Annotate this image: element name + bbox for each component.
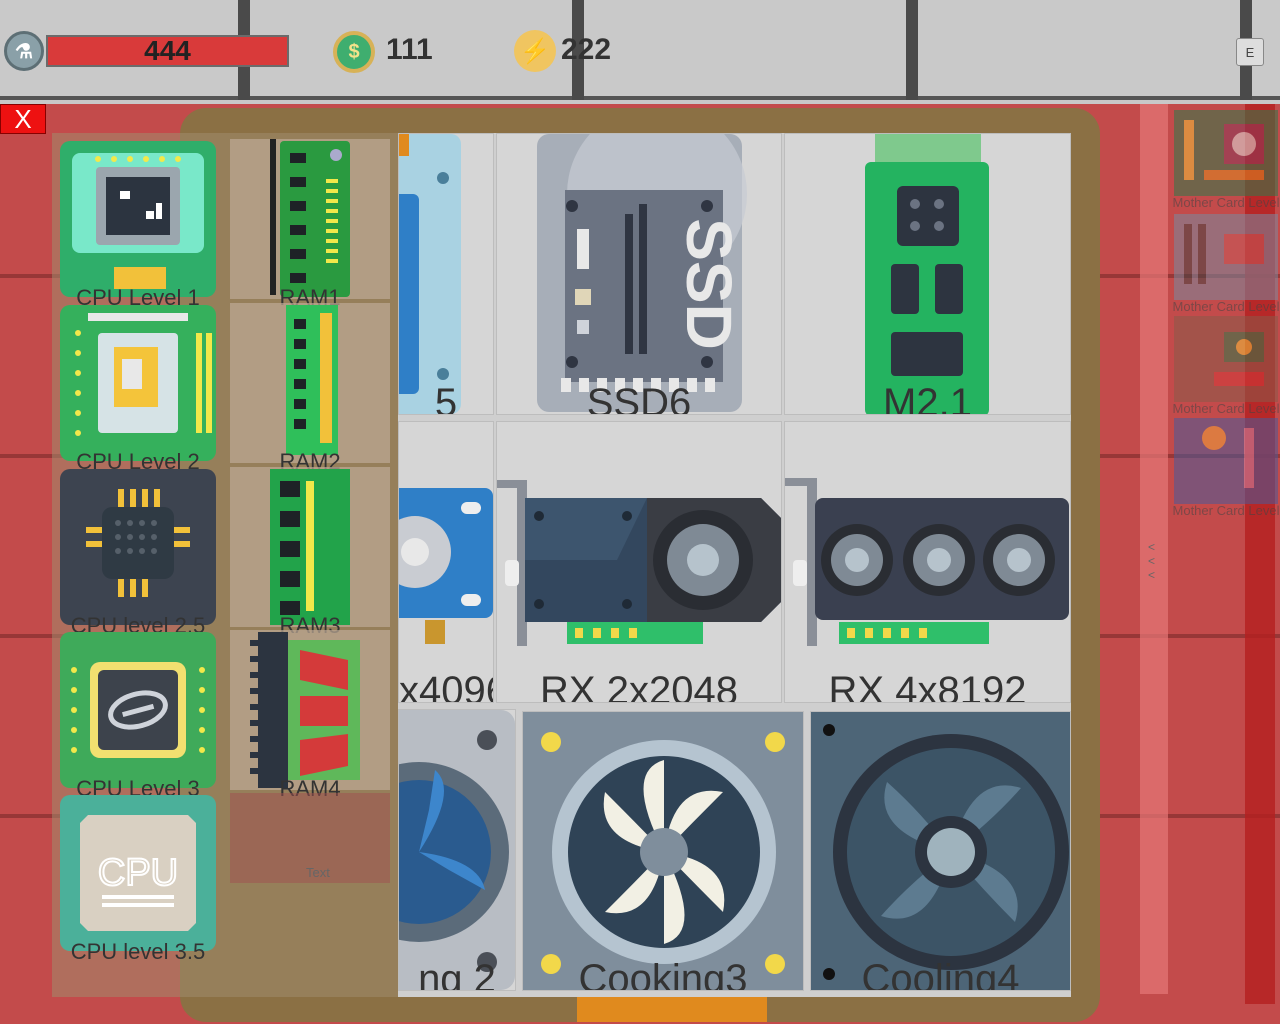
placeholder-text: Text — [306, 865, 330, 880]
shop-item-label: M2.1 — [883, 381, 972, 415]
coin-icon: $ — [333, 31, 375, 73]
motherboard-card[interactable]: Mother Card Level — [1173, 316, 1279, 416]
cpu-chip-text: CPU — [98, 852, 178, 894]
shop-item-label: Cooking3 — [578, 957, 748, 991]
inventory-cpu-level-2-5[interactable]: CPU level 2.5 — [58, 467, 218, 638]
motherboard-column: Mother Card Level Mother Card Level Moth… — [1170, 104, 1280, 1024]
shop-item-ssd6[interactable]: SSD SSD6 — [496, 133, 782, 415]
scroll-arrows[interactable]: < < < — [1148, 540, 1158, 582]
flask-icon: ⚗ — [4, 31, 44, 71]
inventory-ram2[interactable]: RAM2 — [230, 303, 390, 474]
top-hud: ⚗ 444 $ 111 ⚡ 222 E — [0, 0, 1280, 100]
shop-item-grid[interactable]: 5 SSD SSD6 M2.1 x409 RX 2x2048 RX 4x8192… — [398, 133, 1071, 997]
inventory-cpu-level-3-5[interactable]: CPU CPU level 3.5 — [58, 793, 218, 964]
gpu-icon — [497, 480, 781, 646]
fan-icon — [541, 732, 785, 974]
motherboard-label: Mother Card Level — [1172, 401, 1280, 416]
hud-divider — [906, 0, 918, 100]
shop-item-label: x4096 — [399, 669, 493, 703]
motherboard-card[interactable]: Mother Card Level — [1173, 418, 1279, 518]
shop-item-cooling2[interactable]: ng 2 — [398, 709, 516, 991]
motherboard-label: Mother Card Level — [1172, 195, 1280, 210]
motherboard-icon — [1174, 110, 1278, 196]
ram-stick-icon — [270, 469, 350, 625]
motherboard-icon — [1174, 418, 1278, 504]
cpu-chip-icon — [60, 141, 216, 297]
shop-item-label: RX 2x2048 — [540, 669, 738, 703]
motherboard-label: Mother Card Level — [1172, 503, 1280, 518]
cpu-chip-icon — [60, 305, 216, 461]
shop-item-label: RX 4x8192 — [828, 669, 1027, 703]
shop-item-rx-4x8192[interactable]: RX 4x8192 — [784, 421, 1071, 703]
gpu-icon — [785, 478, 1069, 646]
inventory-panel: CPU Level 1 CPU Level 2 CPU level 2.5 CP… — [52, 133, 398, 997]
shop-item-label: ng 2 — [418, 957, 496, 991]
shop-item-label: SSD6 — [586, 381, 692, 415]
shop-item-rx-2x2048[interactable]: RX 2x2048 — [496, 421, 782, 703]
ssd-icon: SSD — [537, 134, 747, 412]
motherboard-card[interactable]: Mother Card Level — [1173, 110, 1279, 210]
inventory-cpu-level-1[interactable]: CPU Level 1 — [58, 139, 218, 310]
fan-icon — [823, 724, 1069, 980]
cpu-chip-icon — [60, 632, 216, 788]
shop-item-gpu-x4096[interactable]: x4096 — [398, 421, 494, 703]
fan-icon — [399, 710, 515, 990]
close-button[interactable]: X — [0, 104, 46, 134]
shop-item-cooking3[interactable]: Cooking3 — [522, 711, 804, 991]
inventory-cpu-level-3[interactable]: CPU Level 3 — [58, 630, 218, 801]
inventory-empty-slot[interactable]: Text — [230, 793, 390, 883]
shop-item-label: Cooling4 — [861, 957, 1020, 991]
inventory-ram4[interactable]: RAM4 — [230, 630, 390, 801]
motherboard-label: Mother Card Level — [1172, 299, 1280, 314]
cpu-chip-icon — [60, 469, 216, 625]
ram-stick-icon — [286, 305, 338, 455]
shop-item-m2[interactable]: M2.1 — [784, 133, 1071, 415]
inventory-ram1[interactable]: RAM1 — [230, 139, 390, 310]
motherboard-icon — [1174, 316, 1278, 402]
motherboard-card[interactable]: Mother Card Level — [1173, 214, 1279, 314]
lightning-icon: ⚡ — [514, 30, 556, 72]
inventory-ram3[interactable]: RAM3 — [230, 467, 390, 638]
inventory-item-label: CPU level 3.5 — [70, 939, 206, 964]
shop-item-hdd[interactable]: 5 — [398, 133, 494, 415]
coins-counter: 111 — [386, 33, 433, 66]
health-bar: 444 — [46, 35, 289, 67]
ram-stick-icon — [270, 139, 350, 297]
ram-stick-icon — [250, 632, 360, 788]
shop-bottom-tab[interactable] — [577, 996, 767, 1022]
m2-ssd-icon — [865, 134, 989, 414]
shop-item-label: 5 — [434, 381, 458, 415]
ssd-chip-text: SSD — [673, 218, 745, 350]
motherboard-icon — [1174, 214, 1278, 300]
inventory-cpu-level-2[interactable]: CPU Level 2 — [58, 303, 218, 474]
shop-item-cooling4[interactable]: Cooling4 — [810, 711, 1071, 991]
e-key-button[interactable]: E — [1236, 38, 1264, 66]
hdd-icon — [399, 134, 461, 414]
cpu-chip-icon: CPU — [60, 795, 216, 951]
gpu-icon — [399, 488, 493, 644]
energy-counter: 222 — [561, 33, 612, 66]
